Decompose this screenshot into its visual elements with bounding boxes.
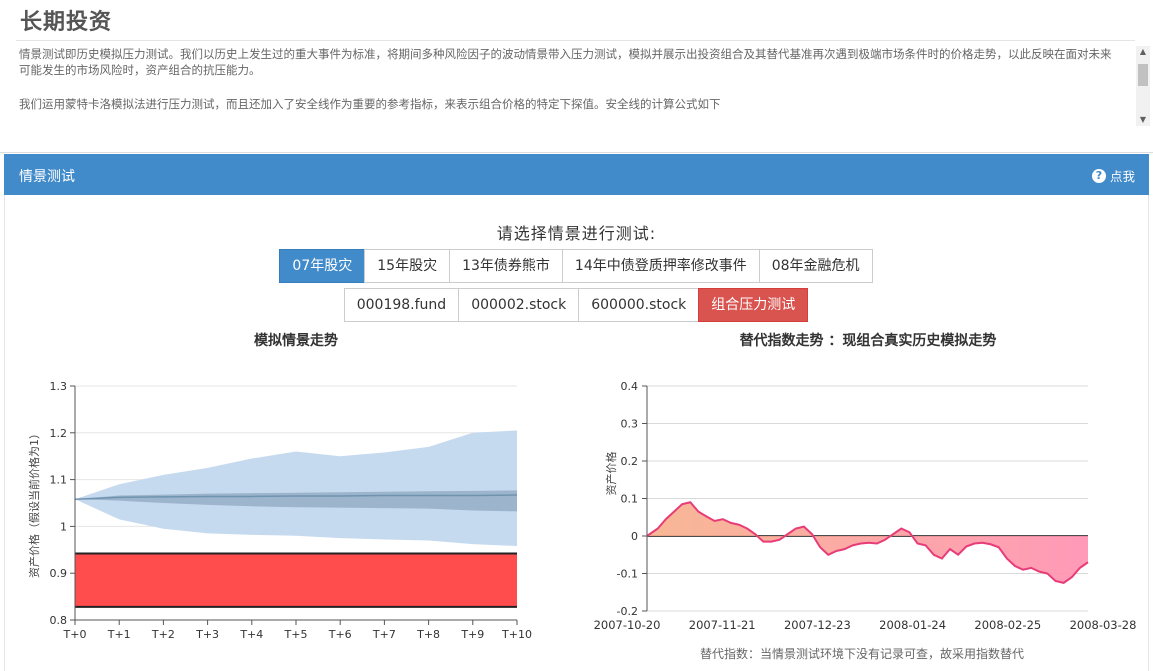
y-tick-label: 1 bbox=[60, 520, 67, 533]
y-axis-label: 资产价格 bbox=[604, 452, 618, 496]
scenario-simulation-chart: 0.8 0.9 1 1.1 1.2 1.3 T+0 T+1 T+2 T+3 T+4 T+5 T+6 T+7… bbox=[27, 380, 532, 641]
scenario-button-14-pledge-event[interactable]: 14年中债登质押率修改事件 bbox=[561, 249, 760, 283]
y-tick-label: 0.9 bbox=[50, 567, 68, 580]
x-tick-label: T+6 bbox=[328, 628, 352, 641]
x-tick-label: T+9 bbox=[460, 628, 484, 641]
x-tick-label: 2007-12-23 bbox=[784, 618, 851, 632]
y-tick-label: -0.1 bbox=[617, 568, 638, 581]
x-tick-label: T+3 bbox=[195, 628, 219, 641]
intro-text: 情景测试即历史模拟压力测试。我们以历史上发生过的重大事件为标准，将期间多种风险因… bbox=[16, 46, 1122, 112]
scenario-button-08-financial-crisis[interactable]: 08年金融危机 bbox=[758, 249, 873, 283]
x-tick-label: 2008-01-24 bbox=[879, 618, 946, 632]
y-axis-label: 资产价格（假设当前价格为1） bbox=[27, 428, 41, 578]
panel-title: 情景测试 bbox=[19, 169, 75, 185]
asset-button-fund[interactable]: 000198.fund bbox=[343, 288, 460, 322]
scenario-button-15-crash[interactable]: 15年股灾 bbox=[364, 249, 451, 283]
x-tick-label: T+5 bbox=[284, 628, 308, 641]
y-tick-label: 1.3 bbox=[50, 380, 68, 393]
intro-box[interactable]: 情景测试即历史模拟压力测试。我们以历史上发生过的重大事件为标准，将期间多种风险因… bbox=[16, 46, 1150, 126]
x-tick-label: T+2 bbox=[151, 628, 175, 641]
y-tick-label: 0.1 bbox=[621, 493, 639, 506]
x-tick-label: 2007-11-21 bbox=[689, 618, 756, 632]
y-tick-label: 0.8 bbox=[50, 614, 68, 627]
x-tick-label: T+8 bbox=[416, 628, 440, 641]
x-tick-label: 2008-02-25 bbox=[974, 618, 1041, 632]
y-tick-label: 0.3 bbox=[621, 418, 639, 431]
help-button[interactable]: ? 点我 bbox=[1091, 166, 1135, 185]
y-tick-label: 0.4 bbox=[621, 380, 639, 393]
x-tick-label: T+1 bbox=[107, 628, 131, 641]
combined-stress-test-button[interactable]: 组合压力测试 bbox=[698, 288, 809, 322]
y-tick-label: 1.2 bbox=[50, 427, 68, 440]
index-history-chart: -0.2 -0.1 0 0.1 0.2 0.3 0.4 2007-10-20 2007-11-2… bbox=[594, 380, 1137, 632]
scroll-down-arrow-icon[interactable]: ▼ bbox=[1136, 114, 1150, 126]
safety-zone bbox=[75, 553, 517, 607]
y-tick-label: 1.1 bbox=[50, 474, 68, 487]
x-tick-label: T+10 bbox=[501, 628, 532, 641]
x-tick-label: T+0 bbox=[63, 628, 87, 641]
scenario-button-13-bond-bear[interactable]: 13年债券熊市 bbox=[449, 249, 563, 283]
help-label: 点我 bbox=[1109, 169, 1135, 184]
scroll-thumb[interactable] bbox=[1138, 64, 1148, 86]
y-tick-label: 0.2 bbox=[621, 455, 639, 468]
x-tick-label: 2007-10-20 bbox=[594, 618, 661, 632]
page-title: 长期投资 bbox=[20, 10, 113, 35]
x-tick-label: 2008-03-28 bbox=[1070, 618, 1137, 632]
scroll-up-arrow-icon[interactable]: ▲ bbox=[1136, 46, 1150, 58]
intro-paragraph-2: 我们运用蒙特卡洛模拟法进行压力测试，而且还加入了安全线作为重要的参考指标，来表示… bbox=[19, 97, 721, 111]
confidence-band-outer bbox=[75, 430, 517, 547]
intro-scrollbar[interactable]: ▲ ▼ bbox=[1136, 46, 1150, 126]
chart2-title: 替代指数走势 ：现组合真实历史模拟走势 bbox=[739, 333, 997, 349]
intro-paragraph-1: 情景测试即历史模拟压力测试。我们以历史上发生过的重大事件为标准，将期间多种风险因… bbox=[19, 47, 1112, 77]
scenario-button-07-crash[interactable]: 07年股灾 bbox=[279, 249, 366, 283]
section-divider bbox=[0, 152, 1153, 153]
title-divider bbox=[16, 40, 1135, 41]
chart2-footnote: 替代指数：当情景测试环境下没有记录可查，故采用指数替代 bbox=[700, 647, 1025, 661]
x-tick-label: T+4 bbox=[239, 628, 263, 641]
chart1-title: 模拟情景走势 bbox=[254, 333, 338, 349]
y-tick-label: -0.2 bbox=[617, 605, 638, 618]
y-tick-label: 0 bbox=[631, 530, 638, 543]
scenario-prompt: 请选择情景进行测试: bbox=[496, 224, 657, 243]
asset-button-000002[interactable]: 000002.stock bbox=[458, 288, 580, 322]
asset-button-600000[interactable]: 600000.stock bbox=[578, 288, 700, 322]
scenario-button-group: 07年股灾 15年股灾 13年债券熊市 14年中债登质押率修改事件 08年金融危… bbox=[0, 249, 1153, 283]
x-tick-label: T+7 bbox=[372, 628, 396, 641]
question-circle-icon: ? bbox=[1091, 168, 1106, 183]
asset-button-group: 000198.fund 000002.stock 600000.stock 组合… bbox=[0, 288, 1153, 322]
panel-header: 情景测试 ? 点我 bbox=[4, 154, 1149, 195]
